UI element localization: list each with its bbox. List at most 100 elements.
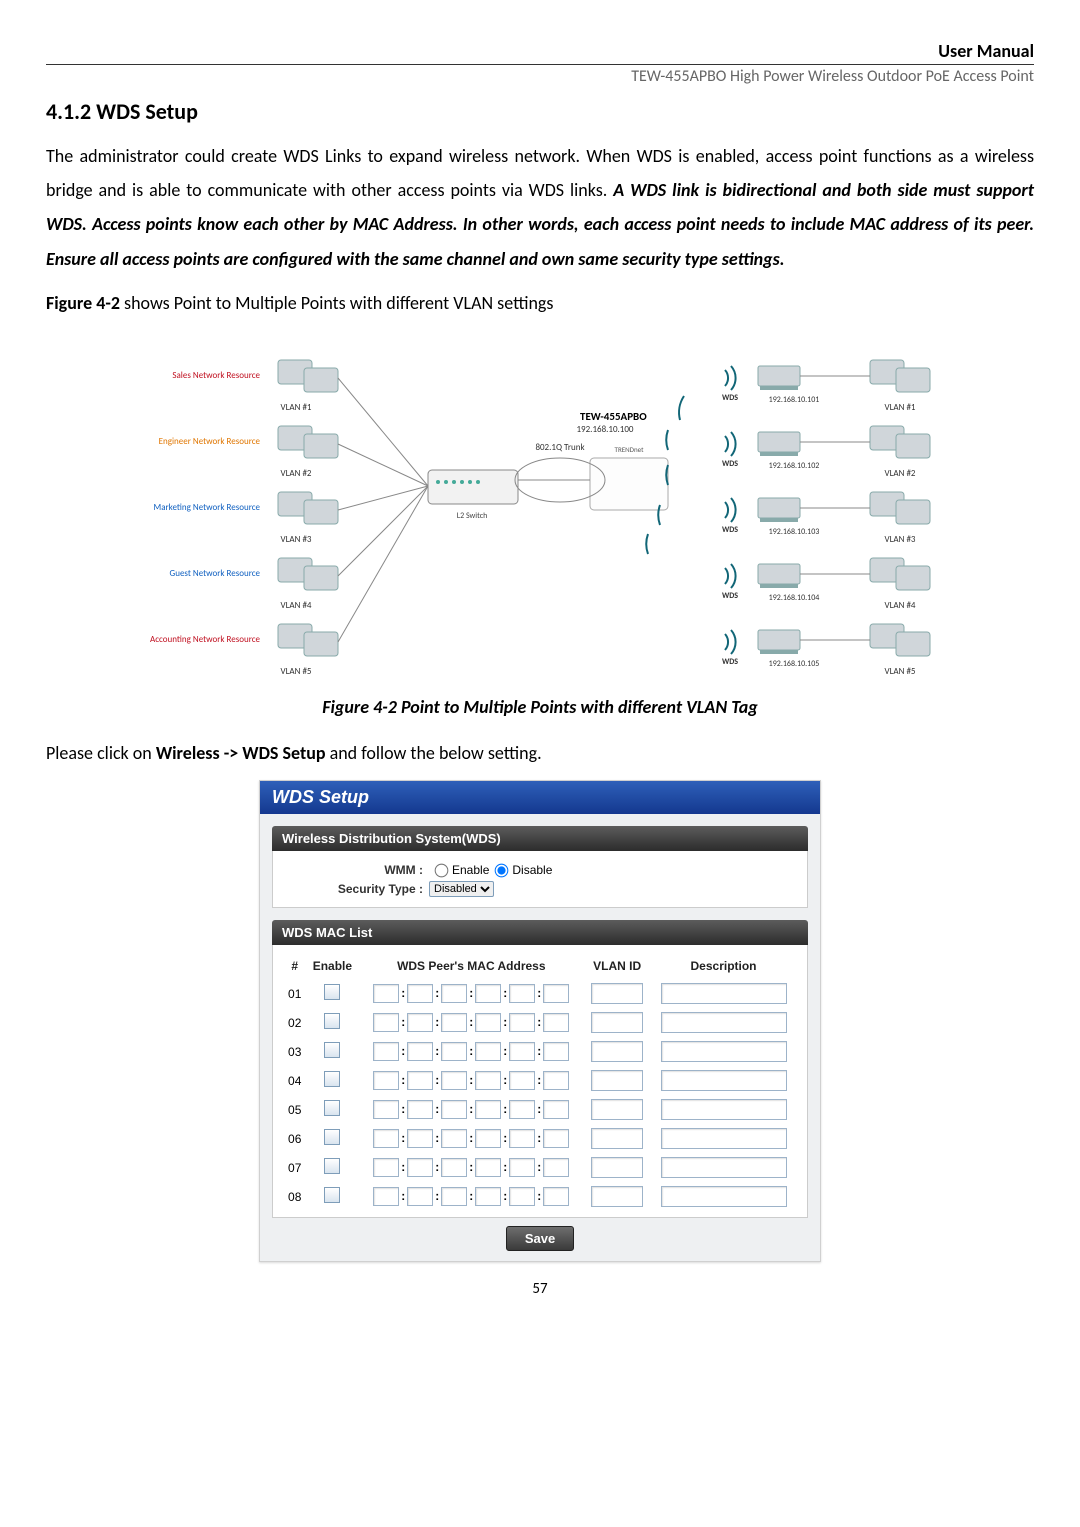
description-input[interactable] <box>661 1012 787 1033</box>
svg-text:VLAN #4: VLAN #4 <box>885 600 916 611</box>
mac-octet-input[interactable] <box>407 1187 433 1206</box>
row-num: 04 <box>283 1066 306 1095</box>
vlan-id-input[interactable] <box>591 1099 643 1120</box>
mac-octet-input[interactable] <box>475 1129 501 1148</box>
mac-octet-input[interactable] <box>407 1042 433 1061</box>
mac-octet-input[interactable] <box>407 1013 433 1032</box>
save-button[interactable]: Save <box>506 1226 574 1251</box>
svg-text:VLAN #4: VLAN #4 <box>281 600 312 611</box>
svg-text:VLAN #1: VLAN #1 <box>885 402 916 413</box>
intro-paragraph: The administrator could create WDS Links… <box>46 139 1034 276</box>
enable-checkbox[interactable] <box>324 984 340 1000</box>
row-num: 08 <box>283 1182 306 1211</box>
description-input[interactable] <box>661 1070 787 1091</box>
enable-checkbox[interactable] <box>324 1100 340 1116</box>
enable-checkbox[interactable] <box>324 1071 340 1087</box>
svg-text:WDS: WDS <box>722 657 738 667</box>
mac-octet-input[interactable] <box>543 1042 569 1061</box>
vlan-id-input[interactable] <box>591 1157 643 1178</box>
mac-octet-input[interactable] <box>509 1100 535 1119</box>
table-row: 05 ::::: <box>283 1095 797 1124</box>
table-row: 07 ::::: <box>283 1153 797 1182</box>
figure-ref-rest: shows Point to Multiple Points with diff… <box>120 292 553 314</box>
header-right: User Manual <box>46 40 1034 65</box>
mac-octet-input[interactable] <box>407 1129 433 1148</box>
page-number: 57 <box>46 1280 1034 1298</box>
mac-octet-input[interactable] <box>407 1100 433 1119</box>
mac-octet-input[interactable] <box>407 1158 433 1177</box>
table-row: 04 ::::: <box>283 1066 797 1095</box>
mac-octet-input[interactable] <box>475 1187 501 1206</box>
mac-octet-input[interactable] <box>543 1158 569 1177</box>
mac-octet-input[interactable] <box>543 1071 569 1090</box>
mac-octet-input[interactable] <box>509 1187 535 1206</box>
mac-octet-input[interactable] <box>373 1187 399 1206</box>
vlan-id-input[interactable] <box>591 1128 643 1149</box>
description-input[interactable] <box>661 1099 787 1120</box>
mac-octet-input[interactable] <box>543 984 569 1003</box>
description-input[interactable] <box>661 1041 787 1062</box>
row-num: 03 <box>283 1037 306 1066</box>
vlan-id-input[interactable] <box>591 1070 643 1091</box>
mac-octet-input[interactable] <box>407 1071 433 1090</box>
mac-octet-input[interactable] <box>543 1129 569 1148</box>
mac-octet-input[interactable] <box>509 1129 535 1148</box>
mac-octet-input[interactable] <box>441 1187 467 1206</box>
svg-text:VLAN #5: VLAN #5 <box>281 666 312 677</box>
mac-octet-input[interactable] <box>373 984 399 1003</box>
mac-octet-input[interactable] <box>373 1158 399 1177</box>
wmm-disable-radio[interactable] <box>495 863 509 877</box>
enable-checkbox[interactable] <box>324 1042 340 1058</box>
vlan-id-input[interactable] <box>591 1012 643 1033</box>
mac-octet-input[interactable] <box>441 1129 467 1148</box>
mac-octet-input[interactable] <box>373 1129 399 1148</box>
svg-text:TEW-455APBO: TEW-455APBO <box>580 410 647 423</box>
mac-octet-input[interactable] <box>441 1071 467 1090</box>
mac-octet-input[interactable] <box>509 1013 535 1032</box>
vlan-id-input[interactable] <box>591 1186 643 1207</box>
mac-octet-input[interactable] <box>407 984 433 1003</box>
mac-octet-input[interactable] <box>373 1013 399 1032</box>
wmm-enable-radio[interactable] <box>435 863 449 877</box>
mac-octet-input[interactable] <box>509 1071 535 1090</box>
table-row: 06 ::::: <box>283 1124 797 1153</box>
nav-instruction: Please click on Wireless -> WDS Setup an… <box>46 736 1034 770</box>
enable-checkbox[interactable] <box>324 1013 340 1029</box>
vlan-id-input[interactable] <box>591 983 643 1004</box>
security-type-select[interactable]: Disabled <box>429 881 494 897</box>
mac-octet-input[interactable] <box>373 1042 399 1061</box>
vlan-id-input[interactable] <box>591 1041 643 1062</box>
mac-octet-input[interactable] <box>543 1013 569 1032</box>
svg-text:VLAN #1: VLAN #1 <box>281 402 312 413</box>
mac-octet-input[interactable] <box>475 984 501 1003</box>
mac-octet-input[interactable] <box>441 1100 467 1119</box>
mac-octet-input[interactable] <box>475 1013 501 1032</box>
mac-octet-input[interactable] <box>373 1071 399 1090</box>
svg-text:Accounting Network Resource: Accounting Network Resource <box>150 634 261 645</box>
mac-octet-input[interactable] <box>475 1071 501 1090</box>
description-input[interactable] <box>661 983 787 1004</box>
svg-text:L2 Switch: L2 Switch <box>457 511 488 521</box>
mac-octet-input[interactable] <box>373 1100 399 1119</box>
col-mac: WDS Peer's MAC Address <box>358 953 584 979</box>
col-desc: Description <box>650 953 797 979</box>
mac-octet-input[interactable] <box>475 1042 501 1061</box>
description-input[interactable] <box>661 1157 787 1178</box>
col-enable: Enable <box>306 953 358 979</box>
description-input[interactable] <box>661 1186 787 1207</box>
mac-octet-input[interactable] <box>475 1158 501 1177</box>
mac-octet-input[interactable] <box>441 1042 467 1061</box>
mac-octet-input[interactable] <box>509 984 535 1003</box>
mac-octet-input[interactable] <box>441 984 467 1003</box>
enable-checkbox[interactable] <box>324 1158 340 1174</box>
mac-octet-input[interactable] <box>509 1042 535 1061</box>
mac-octet-input[interactable] <box>441 1013 467 1032</box>
mac-octet-input[interactable] <box>509 1158 535 1177</box>
description-input[interactable] <box>661 1128 787 1149</box>
mac-octet-input[interactable] <box>543 1187 569 1206</box>
enable-checkbox[interactable] <box>324 1129 340 1145</box>
enable-checkbox[interactable] <box>324 1187 340 1203</box>
mac-octet-input[interactable] <box>475 1100 501 1119</box>
mac-octet-input[interactable] <box>543 1100 569 1119</box>
mac-octet-input[interactable] <box>441 1158 467 1177</box>
